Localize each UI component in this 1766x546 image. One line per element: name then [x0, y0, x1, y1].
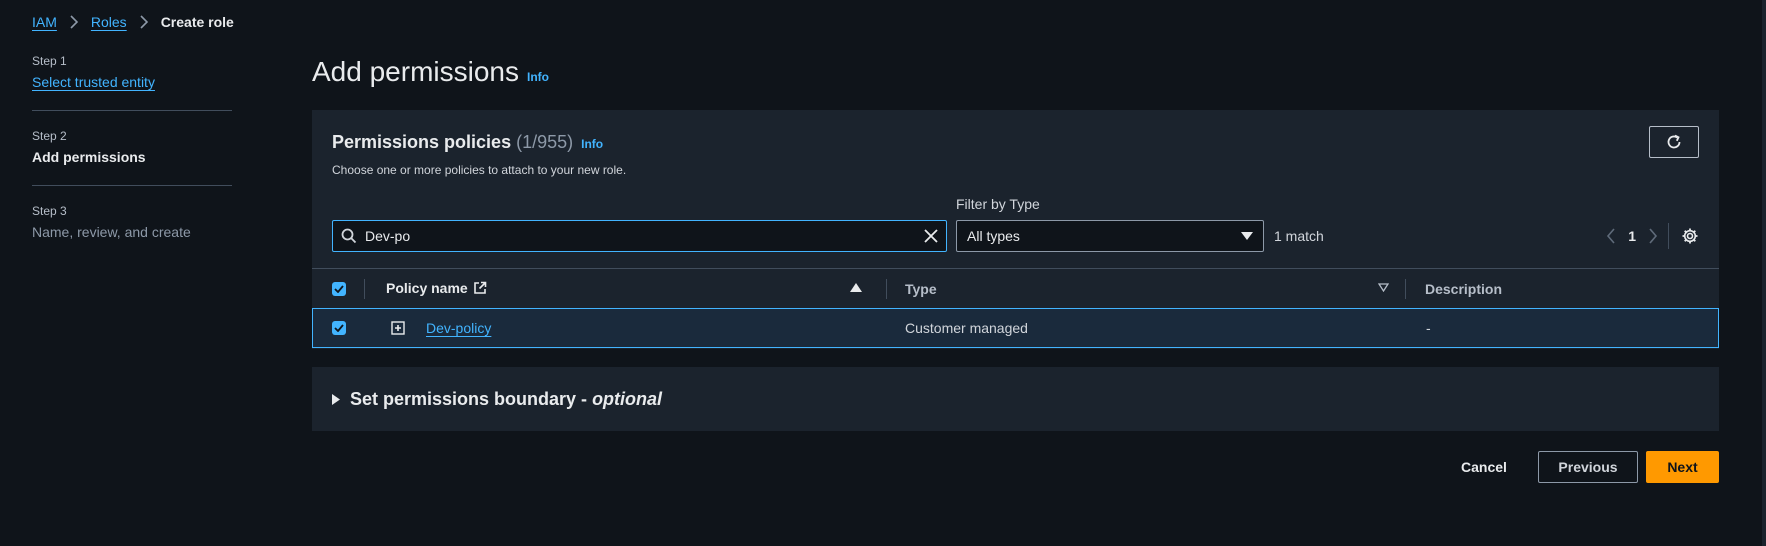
- step-link-select-trusted-entity[interactable]: Select trusted entity: [32, 74, 155, 90]
- breadcrumb-iam[interactable]: IAM: [32, 14, 57, 30]
- step-3: Step 3 Name, review, and create: [32, 204, 232, 260]
- info-link[interactable]: Info: [527, 70, 549, 84]
- step-number: Step 1: [32, 54, 67, 68]
- column-divider: [886, 279, 887, 299]
- policy-description: -: [1426, 320, 1431, 336]
- row-checkbox[interactable]: [332, 321, 346, 335]
- column-header-policy-name[interactable]: Policy name: [386, 280, 487, 296]
- step-2: Step 2 Add permissions: [32, 129, 232, 186]
- scrollbar[interactable]: [1762, 0, 1766, 546]
- select-all-checkbox[interactable]: [332, 282, 346, 296]
- panel-header: Permissions policies (1/955) Info Choose…: [332, 132, 626, 177]
- step-number: Step 3: [32, 204, 67, 218]
- page-header: Add permissions Info: [312, 56, 549, 88]
- step-label-name-review-create: Name, review, and create: [32, 224, 191, 240]
- chevron-right-icon: [139, 15, 149, 29]
- boundary-label: Set permissions boundary -: [350, 388, 593, 409]
- panel-title: Permissions policies: [332, 132, 512, 152]
- search-value[interactable]: Dev-po: [365, 228, 924, 244]
- chevron-right-icon[interactable]: [1648, 228, 1658, 244]
- column-divider: [1405, 279, 1406, 299]
- info-link[interactable]: Info: [581, 137, 603, 151]
- policy-count: (1/955): [516, 132, 574, 152]
- filter-by-type-label: Filter by Type: [956, 196, 1040, 212]
- table-header: Policy name Type Description: [312, 268, 1719, 308]
- search-input[interactable]: Dev-po: [332, 220, 947, 252]
- search-icon: [341, 228, 357, 244]
- step-number: Step 2: [32, 129, 67, 143]
- pager-divider: [1668, 223, 1669, 249]
- policy-name-header-label: Policy name: [386, 280, 468, 296]
- page-title: Add permissions: [312, 56, 519, 87]
- refresh-button[interactable]: [1649, 126, 1699, 158]
- permissions-boundary-title: Set permissions boundary - optional: [350, 389, 662, 410]
- policy-name-link[interactable]: Dev-policy: [426, 320, 491, 336]
- sort-icon[interactable]: [1378, 283, 1389, 292]
- panel-description: Choose one or more policies to attach to…: [332, 163, 627, 177]
- caret-down-icon: [1241, 232, 1253, 240]
- step-label-add-permissions: Add permissions: [32, 149, 146, 165]
- cancel-button[interactable]: Cancel: [1454, 451, 1514, 483]
- chevron-right-icon: [69, 15, 79, 29]
- optional-label: optional: [592, 388, 663, 409]
- previous-button[interactable]: Previous: [1538, 451, 1638, 483]
- permissions-policies-panel: Permissions policies (1/955) Info Choose…: [312, 110, 1719, 349]
- page-number[interactable]: 1: [1628, 228, 1636, 244]
- breadcrumb-roles[interactable]: Roles: [91, 14, 127, 30]
- external-link-icon: [473, 281, 487, 295]
- caret-right-icon: [332, 393, 340, 405]
- match-count: 1 match: [1274, 228, 1324, 244]
- breadcrumb-current: Create role: [160, 14, 234, 30]
- permissions-boundary-expander[interactable]: Set permissions boundary - optional: [312, 367, 1719, 431]
- column-header-type[interactable]: Type: [905, 281, 937, 297]
- column-header-description: Description: [1425, 281, 1503, 297]
- refresh-icon: [1665, 133, 1683, 151]
- filter-value: All types: [967, 228, 1020, 244]
- chevron-left-icon[interactable]: [1606, 228, 1616, 244]
- pagination: 1: [1606, 220, 1699, 252]
- sort-ascending-icon[interactable]: [850, 283, 862, 292]
- wizard-steps: Step 1 Select trusted entity Step 2 Add …: [32, 54, 232, 278]
- gear-icon[interactable]: [1681, 227, 1699, 245]
- next-button[interactable]: Next: [1646, 451, 1719, 483]
- expand-icon[interactable]: [391, 321, 405, 335]
- step-1: Step 1 Select trusted entity: [32, 54, 232, 111]
- breadcrumb: IAM Roles Create role: [32, 14, 234, 30]
- column-divider: [364, 279, 365, 299]
- table-row[interactable]: Dev-policy Customer managed -: [312, 308, 1719, 348]
- policy-type: Customer managed: [905, 320, 1028, 336]
- filter-by-type-select[interactable]: All types: [956, 220, 1264, 252]
- clear-icon[interactable]: [924, 229, 938, 243]
